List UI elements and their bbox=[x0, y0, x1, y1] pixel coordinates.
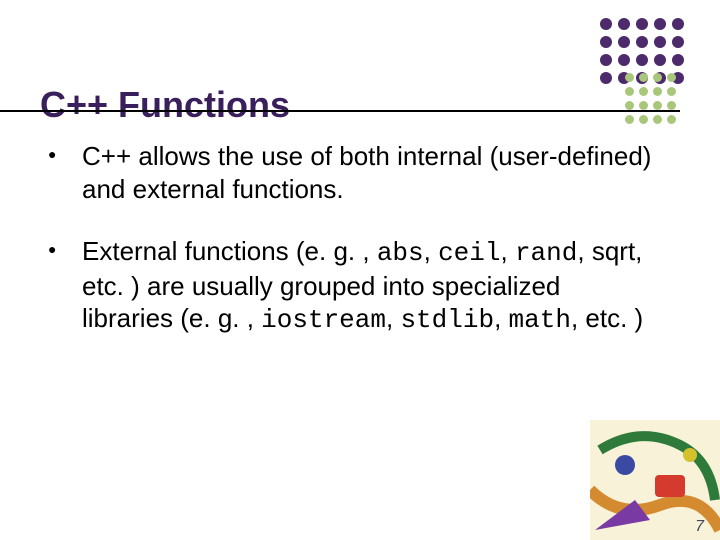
deco-dot-small bbox=[667, 101, 676, 110]
body-text: , bbox=[501, 236, 515, 266]
deco-dot-small bbox=[639, 115, 648, 124]
deco-dot bbox=[672, 18, 684, 30]
deco-dot-small bbox=[667, 115, 676, 124]
slide-body: C++ allows the use of both internal (use… bbox=[48, 140, 658, 367]
deco-dot-small bbox=[667, 87, 676, 96]
deco-dot-small bbox=[653, 87, 662, 96]
bullet-item: C++ allows the use of both internal (use… bbox=[48, 140, 658, 205]
body-text: C++ allows the use of both internal (use… bbox=[82, 141, 651, 204]
deco-dot bbox=[618, 18, 630, 30]
decorative-dots: // will be populated after data load bel… bbox=[530, 18, 700, 138]
deco-dot-small bbox=[639, 101, 648, 110]
code-text: abs bbox=[377, 238, 424, 268]
deco-dot-small bbox=[653, 101, 662, 110]
body-text: , bbox=[386, 303, 400, 333]
code-text: stdlib bbox=[400, 305, 494, 335]
deco-dot bbox=[636, 18, 648, 30]
slide-title: C++ Functions bbox=[40, 84, 290, 126]
deco-dot bbox=[600, 54, 612, 66]
deco-dot bbox=[600, 72, 612, 84]
code-text: math bbox=[509, 305, 571, 335]
code-text: ceil bbox=[438, 238, 500, 268]
code-text: iostream bbox=[261, 305, 386, 335]
deco-dot bbox=[672, 36, 684, 48]
deco-dot bbox=[672, 54, 684, 66]
body-text: External functions (e. g. , bbox=[82, 236, 377, 266]
bullet-list: C++ allows the use of both internal (use… bbox=[48, 140, 658, 337]
deco-dot-small bbox=[625, 115, 634, 124]
deco-dot bbox=[636, 54, 648, 66]
deco-dot-small bbox=[639, 87, 648, 96]
bullet-item: External functions (e. g. , abs, ceil, r… bbox=[48, 235, 658, 337]
code-text: rand bbox=[515, 238, 577, 268]
deco-dot-small bbox=[625, 101, 634, 110]
deco-dot-small bbox=[639, 73, 648, 82]
body-text: , bbox=[424, 236, 438, 266]
deco-dot bbox=[618, 36, 630, 48]
deco-dot bbox=[600, 18, 612, 30]
deco-dot-small bbox=[667, 73, 676, 82]
page-number: 7 bbox=[695, 518, 704, 536]
slide: // will be populated after data load bel… bbox=[0, 0, 720, 540]
deco-dot-small bbox=[653, 115, 662, 124]
deco-dot bbox=[600, 36, 612, 48]
deco-dot bbox=[654, 54, 666, 66]
title-underline bbox=[0, 110, 680, 112]
deco-dot-small bbox=[625, 87, 634, 96]
deco-dot-small bbox=[625, 73, 634, 82]
deco-dot bbox=[618, 54, 630, 66]
body-text: , bbox=[494, 303, 508, 333]
deco-dot bbox=[636, 36, 648, 48]
deco-dot bbox=[654, 18, 666, 30]
deco-dot bbox=[654, 36, 666, 48]
deco-dot-small bbox=[653, 73, 662, 82]
body-text: , etc. ) bbox=[571, 303, 643, 333]
